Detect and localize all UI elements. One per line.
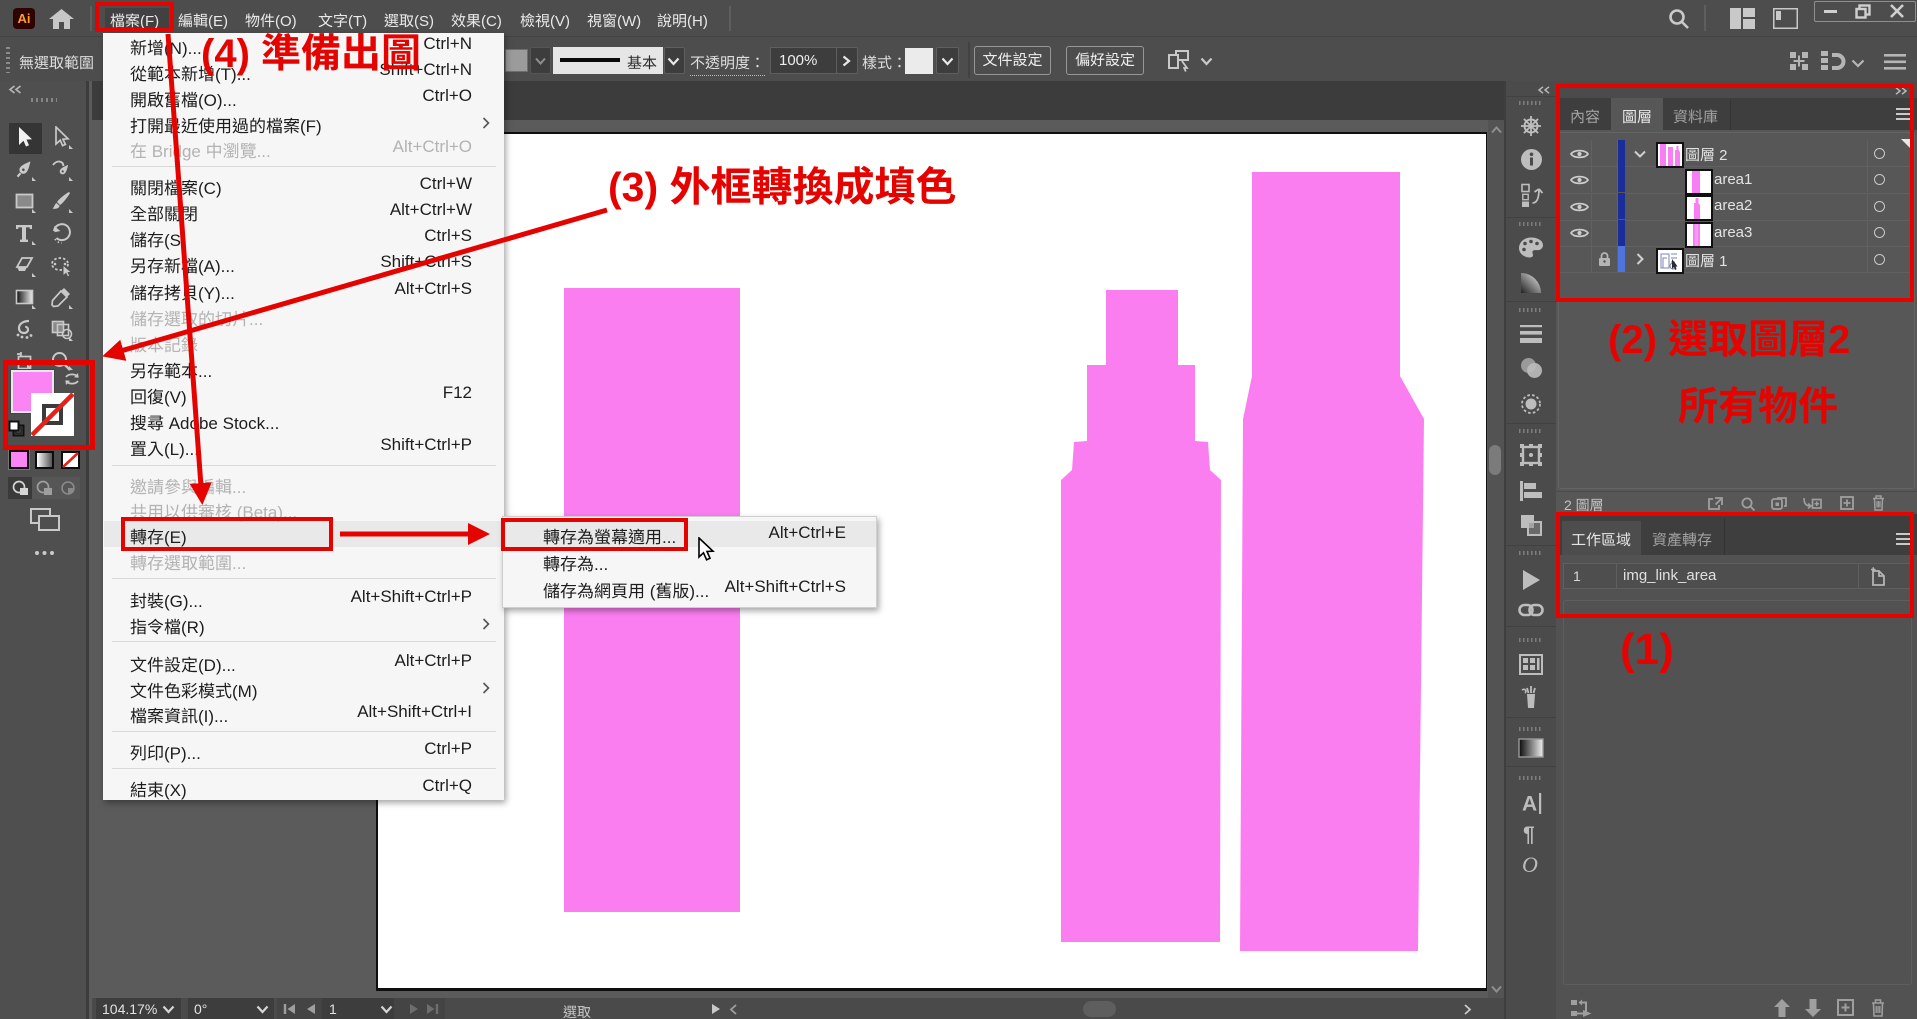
svg-text:A: A	[1522, 793, 1537, 816]
svg-text:¶: ¶	[1523, 823, 1535, 845]
svg-text:O: O	[1522, 854, 1538, 876]
